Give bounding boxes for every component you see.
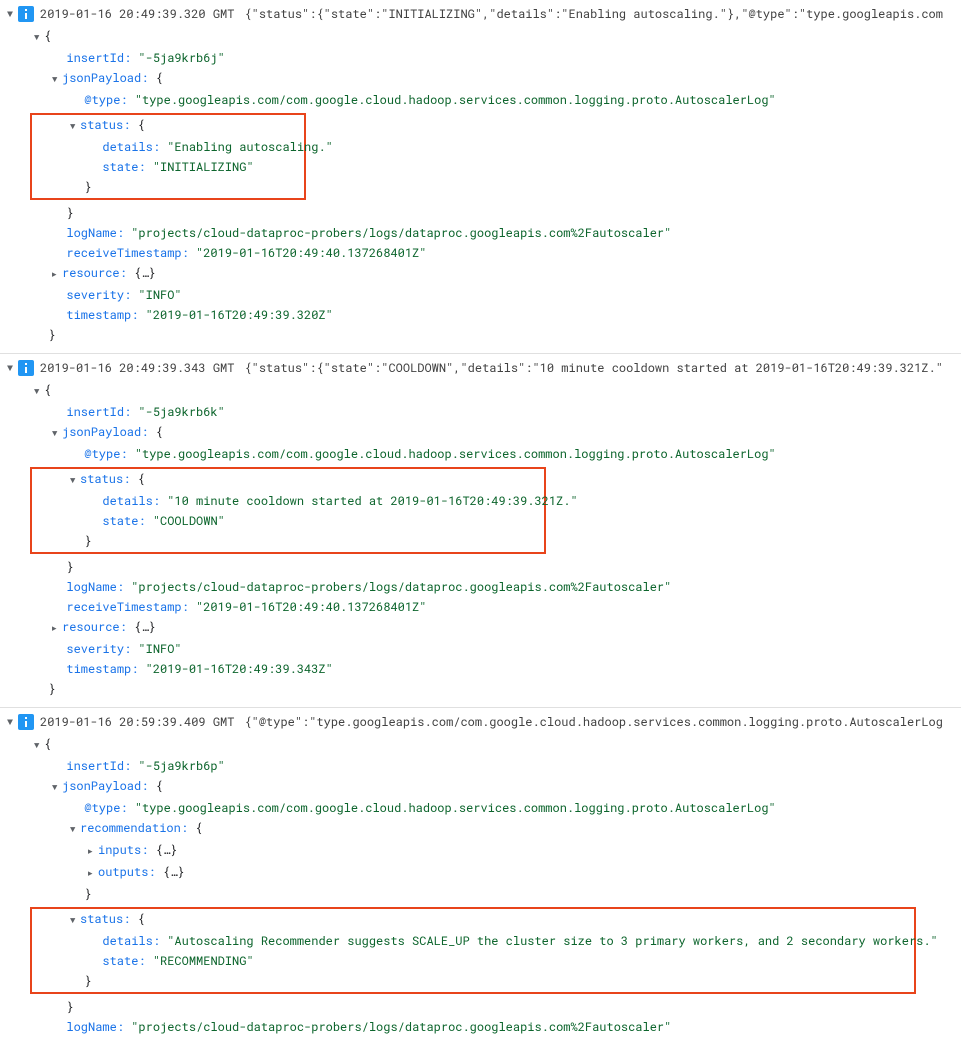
field-jsonPayload[interactable]: ▼jsonPayload: {: [34, 776, 961, 798]
log-summary: {"@type":"type.googleapis.com/com.google…: [244, 712, 943, 732]
log-summary: {"status":{"state":"INITIALIZING","detai…: [244, 4, 943, 24]
field-logName[interactable]: logName: "projects/cloud-dataproc-prober…: [34, 577, 961, 597]
field-receiveTimestamp[interactable]: receiveTimestamp: "2019-01-16T20:49:40.1…: [34, 243, 961, 263]
field-logName[interactable]: logName: "projects/cloud-dataproc-prober…: [34, 223, 961, 243]
field-logName[interactable]: logName: "projects/cloud-dataproc-prober…: [34, 1017, 961, 1037]
field-insertId[interactable]: insertId: "-5ja9krb6j": [34, 48, 961, 68]
caret-down-icon[interactable]: ▼: [4, 358, 16, 378]
log-entry: ▼ 2019-01-16 20:49:39.320 GMT {"status":…: [0, 0, 961, 353]
caret-down-icon[interactable]: ▼: [34, 736, 44, 756]
caret-down-icon[interactable]: ▼: [34, 382, 44, 402]
field-timestamp[interactable]: timestamp: "2019-01-16T20:49:39.320Z": [34, 305, 961, 325]
field-state[interactable]: state: "INITIALIZING": [34, 157, 302, 177]
caret-down-icon[interactable]: ▼: [52, 778, 62, 798]
field-atType[interactable]: @type: "type.googleapis.com/com.google.c…: [34, 444, 961, 464]
json-open-brace: ▼{: [34, 734, 961, 756]
json-open-brace: ▼{: [34, 26, 961, 48]
info-severity-icon: [18, 714, 34, 730]
json-tree: ▼{ insertId: "-5ja9krb6j"▼jsonPayload: {…: [4, 24, 961, 349]
close-brace: }: [34, 531, 542, 551]
field-state[interactable]: state: "RECOMMENDING": [34, 951, 912, 971]
log-entry: ▼ 2019-01-16 20:59:39.409 GMT {"@type":"…: [0, 707, 961, 1045]
field-atType[interactable]: @type: "type.googleapis.com/com.google.c…: [34, 90, 961, 110]
close-brace: }: [34, 557, 961, 577]
close-brace: }: [34, 203, 961, 223]
field-resource[interactable]: ▸resource: {…}: [34, 263, 961, 285]
field-details[interactable]: details: "Enabling autoscaling.": [34, 137, 302, 157]
field-recommendation[interactable]: ▼recommendation: {: [34, 818, 961, 840]
caret-right-icon[interactable]: ▸: [52, 619, 62, 639]
field-jsonPayload[interactable]: ▼jsonPayload: {: [34, 68, 961, 90]
field-severity[interactable]: severity: "INFO": [34, 285, 961, 305]
caret-down-icon[interactable]: ▼: [70, 911, 80, 931]
close-brace: }: [34, 997, 961, 1017]
highlight-box: ▼status: { details: "Enabling autoscalin…: [30, 113, 306, 200]
close-brace: }: [34, 177, 302, 197]
log-header[interactable]: ▼ 2019-01-16 20:49:39.320 GMT {"status":…: [4, 4, 961, 24]
log-timestamp: 2019-01-16 20:49:39.320 GMT: [40, 4, 234, 24]
caret-right-icon[interactable]: ▸: [88, 842, 98, 862]
caret-down-icon[interactable]: ▼: [4, 4, 16, 24]
log-entry: ▼ 2019-01-16 20:49:39.343 GMT {"status":…: [0, 353, 961, 707]
field-inputs[interactable]: ▸inputs: {…}: [34, 840, 961, 862]
field-resource[interactable]: ▸resource: {…}: [34, 617, 961, 639]
field-insertId[interactable]: insertId: "-5ja9krb6k": [34, 402, 961, 422]
log-timestamp: 2019-01-16 20:49:39.343 GMT: [40, 358, 234, 378]
caret-down-icon[interactable]: ▼: [52, 424, 62, 444]
highlight-box: ▼status: { details: "10 minute cooldown …: [30, 467, 546, 554]
field-state[interactable]: state: "COOLDOWN": [34, 511, 542, 531]
field-insertId[interactable]: insertId: "-5ja9krb6p": [34, 756, 961, 776]
log-summary: {"status":{"state":"COOLDOWN","details":…: [244, 358, 943, 378]
field-status[interactable]: ▼status: {: [34, 115, 302, 137]
caret-down-icon[interactable]: ▼: [4, 712, 16, 732]
log-timestamp: 2019-01-16 20:59:39.409 GMT: [40, 712, 234, 732]
field-details[interactable]: details: "Autoscaling Recommender sugges…: [34, 931, 912, 951]
field-status[interactable]: ▼status: {: [34, 909, 912, 931]
log-header[interactable]: ▼ 2019-01-16 20:59:39.409 GMT {"@type":"…: [4, 712, 961, 732]
caret-down-icon[interactable]: ▼: [34, 28, 44, 48]
field-atType[interactable]: @type: "type.googleapis.com/com.google.c…: [34, 798, 961, 818]
field-timestamp[interactable]: timestamp: "2019-01-16T20:49:39.343Z": [34, 659, 961, 679]
highlight-box: ▼status: { details: "Autoscaling Recomme…: [30, 907, 916, 994]
field-details[interactable]: details: "10 minute cooldown started at …: [34, 491, 542, 511]
close-brace: }: [34, 679, 961, 699]
log-header[interactable]: ▼ 2019-01-16 20:49:39.343 GMT {"status":…: [4, 358, 961, 378]
caret-right-icon[interactable]: ▸: [52, 265, 62, 285]
field-outputs[interactable]: ▸outputs: {…}: [34, 862, 961, 884]
field-receiveTimestamp[interactable]: receiveTimestamp: "2019-01-16T20:49:40.1…: [34, 597, 961, 617]
close-brace: }: [34, 325, 961, 345]
field-severity[interactable]: severity: "INFO": [34, 639, 961, 659]
json-open-brace: ▼{: [34, 380, 961, 402]
caret-down-icon[interactable]: ▼: [70, 117, 80, 137]
info-severity-icon: [18, 360, 34, 376]
info-severity-icon: [18, 6, 34, 22]
caret-down-icon[interactable]: ▼: [70, 820, 80, 840]
field-status[interactable]: ▼status: {: [34, 469, 542, 491]
field-jsonPayload[interactable]: ▼jsonPayload: {: [34, 422, 961, 444]
caret-down-icon[interactable]: ▼: [52, 70, 62, 90]
caret-right-icon[interactable]: ▸: [88, 864, 98, 884]
close-brace: }: [34, 971, 912, 991]
json-tree: ▼{ insertId: "-5ja9krb6k"▼jsonPayload: {…: [4, 378, 961, 703]
caret-down-icon[interactable]: ▼: [70, 471, 80, 491]
json-tree: ▼{ insertId: "-5ja9krb6p"▼jsonPayload: {…: [4, 732, 961, 1041]
close-brace: }: [34, 884, 961, 904]
